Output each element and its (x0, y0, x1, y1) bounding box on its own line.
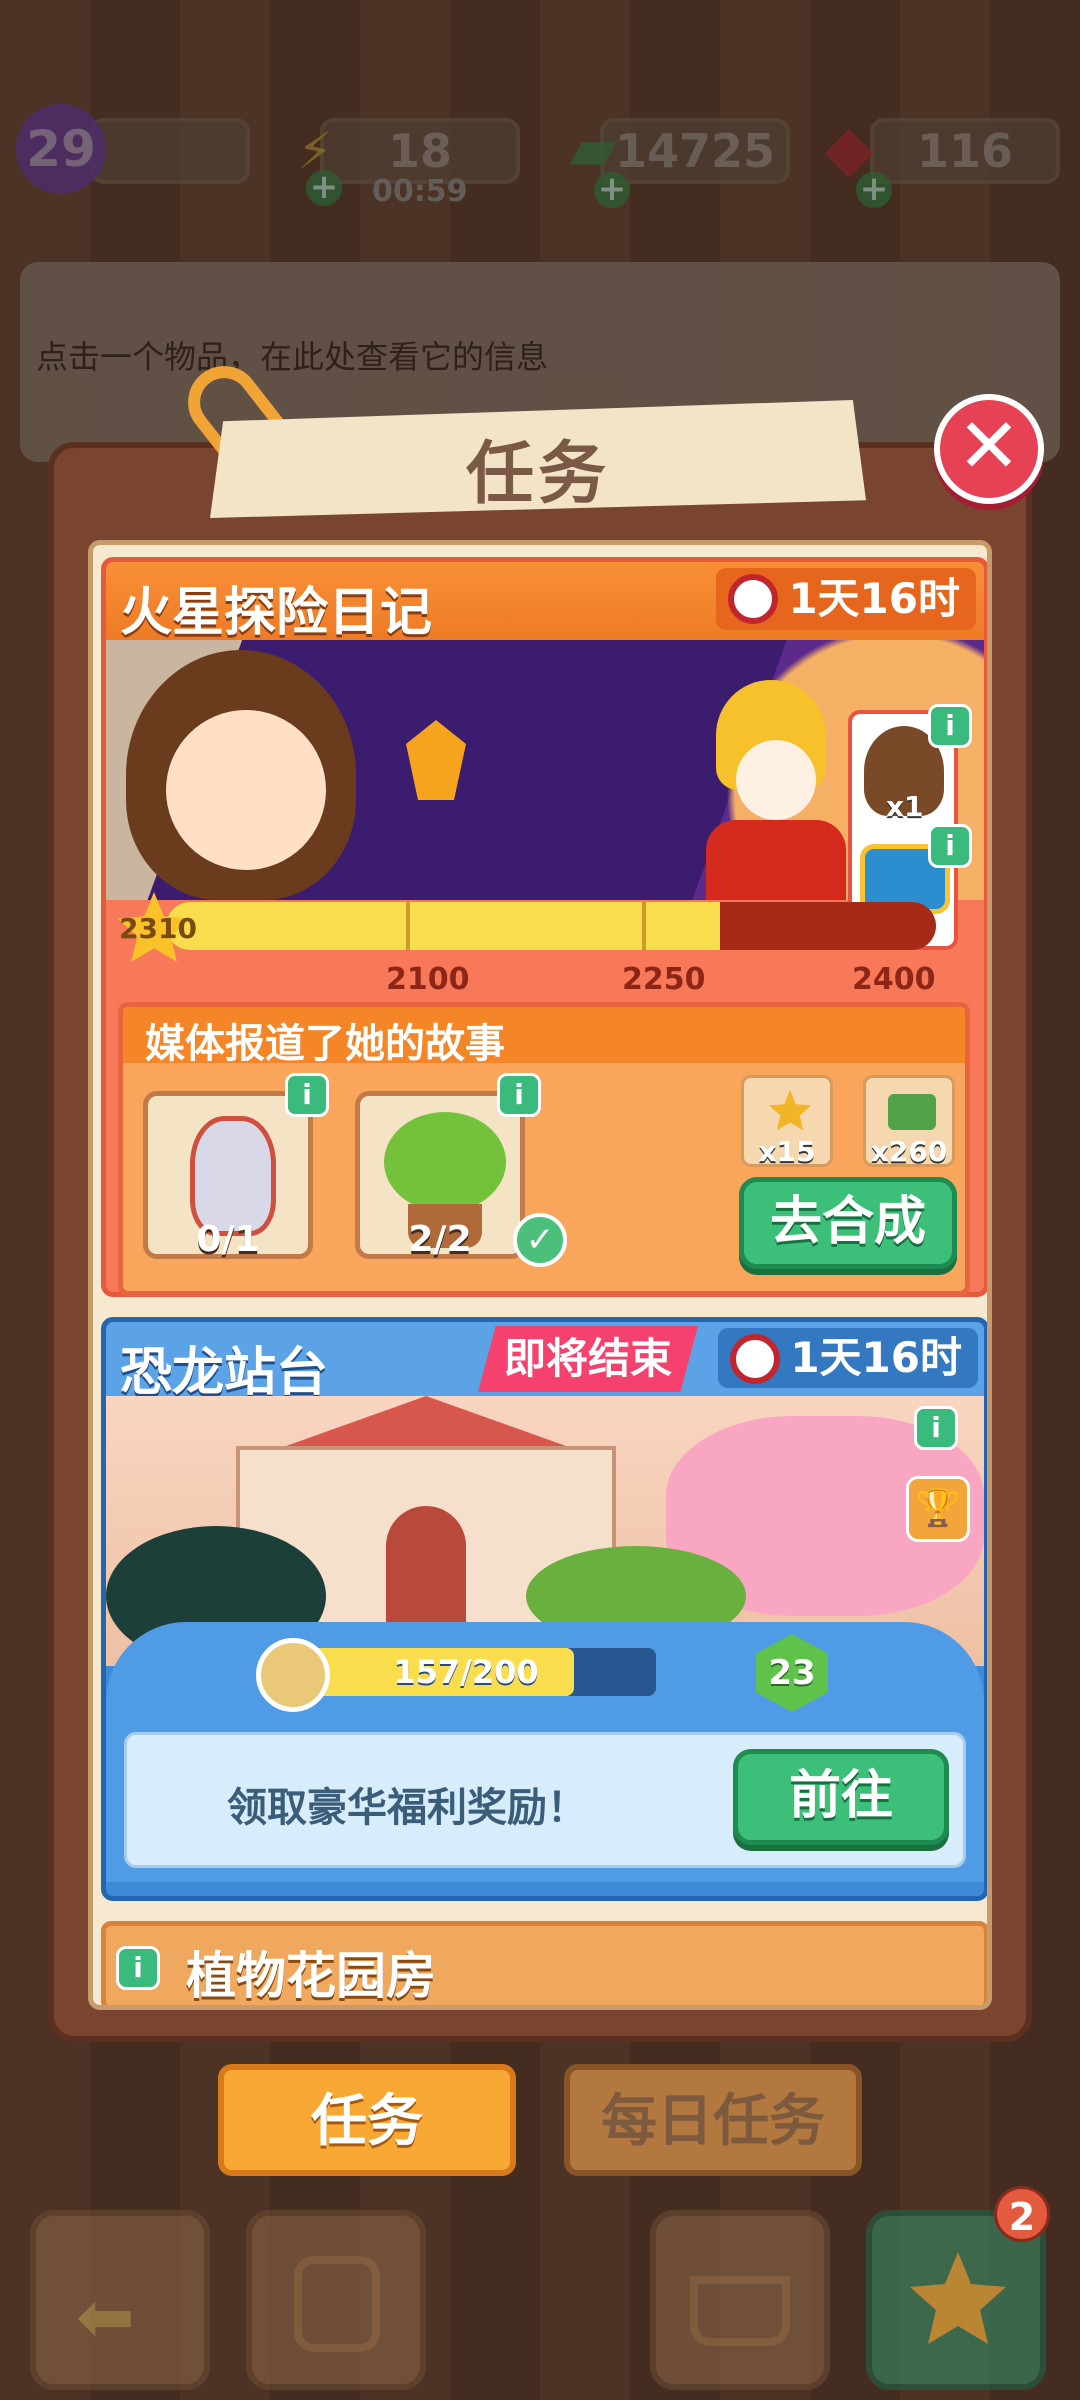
go-merge-button[interactable]: 去合成 (739, 1177, 957, 1269)
progress-tick (642, 902, 646, 950)
event-title: 火星探险日记 (120, 583, 433, 643)
info-icon[interactable]: i (914, 1406, 958, 1450)
notification-badge: 2 (994, 2186, 1050, 2242)
close-button[interactable]: ✕ (934, 394, 1044, 504)
reward-count: x15 (758, 1135, 816, 1168)
clock-icon (730, 1334, 781, 1384)
event-progress-bar: 157/200 (276, 1648, 656, 1696)
info-icon[interactable]: i (928, 824, 972, 868)
character-body (706, 820, 846, 900)
astronaut-face (166, 710, 326, 870)
event-title: 恐龙站台 (120, 1343, 329, 1403)
current-points: 2310 (119, 912, 197, 945)
info-icon[interactable]: i (285, 1073, 329, 1117)
task-header: 媒体报道了她的故事 (123, 1007, 965, 1067)
claim-reward-box: 领取豪华福利奖励！ 前往 (124, 1732, 966, 1868)
backpack-button[interactable] (246, 2210, 426, 2390)
tick-label: 2250 (622, 962, 706, 997)
vase-icon (190, 1116, 276, 1236)
character-face (736, 740, 816, 820)
event-timer: 1天16时 (716, 568, 976, 630)
item-count: 2/2 (408, 1219, 472, 1260)
progress-tick (406, 902, 410, 950)
task-card: 媒体报道了她的故事 0/1 i 2/2 i ✓ x15 x260 去合成 (118, 1002, 970, 1296)
clock-icon (728, 574, 779, 624)
bottom-toolbar: ⬅ (0, 2200, 1080, 2400)
star-icon (768, 1090, 812, 1131)
shop-basket-button[interactable] (650, 2210, 830, 2390)
event-timer: 1天16时 (718, 1328, 978, 1388)
event-header: 恐龙站台 即将结束 1天16时 (106, 1322, 984, 1403)
task-title: 媒体报道了她的故事 (145, 1021, 505, 1067)
required-item-plant[interactable]: 2/2 (355, 1091, 525, 1260)
dialog-title: 任务 (465, 435, 610, 514)
back-arrow-icon: ⬅ (76, 2276, 135, 2358)
crystal-icon (406, 720, 466, 800)
dino-egg-icon (256, 1638, 330, 1712)
tasks-scroll-list[interactable]: 火星探险日记 1天16时 x1 x1 i i (88, 540, 992, 2010)
tasks-dialog: 火星探险日记 1天16时 x1 x1 i i (48, 442, 1032, 2042)
backpack-icon (294, 2256, 380, 2352)
progress-text: 157/200 (393, 1653, 539, 1691)
claim-text: 领取豪华福利奖励！ (227, 1785, 587, 1831)
event-title: 植物花园房 (186, 1947, 436, 2005)
reward-cash-item[interactable]: x260 (863, 1075, 955, 1168)
tab-tasks[interactable]: 任务 (218, 2064, 516, 2176)
reward-count: x1 (886, 790, 924, 823)
basket-icon (690, 2276, 790, 2346)
event-card-mars: 火星探险日记 1天16时 x1 x1 i i (101, 557, 987, 1297)
ending-soon-badge: 即将结束 (478, 1326, 698, 1392)
timer-text: 1天16时 (788, 574, 960, 623)
info-icon[interactable]: i (116, 1946, 160, 1990)
trophy-icon[interactable]: 🏆 (906, 1476, 970, 1542)
back-button[interactable]: ⬅ (30, 2210, 210, 2390)
tick-label: 2100 (386, 962, 470, 997)
timer-text: 1天16时 (790, 1333, 962, 1382)
mansion-door (386, 1506, 466, 1626)
info-icon[interactable]: i (928, 704, 972, 748)
tick-label: 2400 (852, 962, 936, 997)
event-card-dino: 恐龙站台 即将结束 1天16时 i 🏆 157/200 23 领取豪华福利奖励！… (101, 1317, 987, 1901)
go-button[interactable]: 前往 (733, 1749, 949, 1845)
event-progress-bar (166, 902, 936, 950)
info-icon[interactable]: i (497, 1073, 541, 1117)
tab-daily-tasks[interactable]: 每日任务 (564, 2064, 862, 2176)
checkmark-icon: ✓ (513, 1213, 567, 1267)
progress-fill (166, 902, 721, 950)
plant-icon (384, 1112, 506, 1212)
item-count: 0/1 (196, 1219, 260, 1260)
cash-stack-icon (888, 1094, 936, 1130)
required-item-vase[interactable]: 0/1 (143, 1091, 313, 1260)
reward-star-item[interactable]: x15 (741, 1075, 833, 1168)
star-icon (910, 2252, 1006, 2344)
event-header: 火星探险日记 1天16时 (106, 562, 984, 643)
event-illustration: x1 x1 i i (106, 640, 984, 950)
dialog-tabs: 任务 每日任务 (0, 2064, 1080, 2184)
reward-count: x260 (870, 1135, 948, 1168)
event-card-garden[interactable]: i 植物花园房 (101, 1921, 987, 2005)
